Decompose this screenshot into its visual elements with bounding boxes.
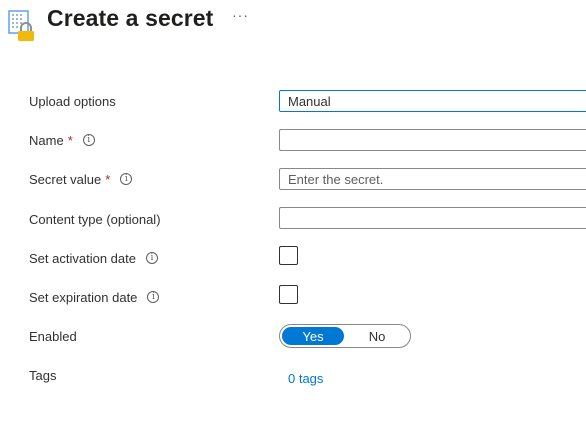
more-options-button[interactable]: ··· xyxy=(232,7,249,23)
tags-link[interactable]: 0 tags xyxy=(288,371,323,386)
secret-value-placeholder: Enter the secret. xyxy=(288,171,384,187)
upload-options-select[interactable]: Manual xyxy=(279,90,586,112)
enabled-toggle[interactable]: Yes No xyxy=(279,324,411,348)
content-type-label-text: Content type (optional) xyxy=(29,211,161,227)
expiration-date-checkbox[interactable] xyxy=(279,285,298,304)
secret-value-label-text: Secret value xyxy=(29,171,102,187)
enabled-no-option[interactable]: No xyxy=(346,327,408,345)
activation-date-checkbox[interactable] xyxy=(279,246,298,265)
content-type-label: Content type (optional) xyxy=(29,209,161,229)
secret-value-label: Secret value * i xyxy=(29,169,133,189)
upload-options-value: Manual xyxy=(288,93,331,109)
required-marker: * xyxy=(105,171,111,187)
enabled-label-text: Enabled xyxy=(29,328,77,344)
key-vault-icon xyxy=(8,10,34,41)
expiration-date-label: Set expiration date i xyxy=(29,287,160,307)
info-icon[interactable]: i xyxy=(147,291,160,303)
tags-label: Tags xyxy=(29,365,56,385)
enabled-yes-option[interactable]: Yes xyxy=(282,327,344,345)
secret-value-field[interactable]: Enter the secret. xyxy=(279,168,586,190)
page-header: Create a secret ··· xyxy=(0,0,586,50)
activation-date-label-text: Set activation date xyxy=(29,250,136,266)
upload-options-label: Upload options xyxy=(29,91,116,111)
upload-options-label-text: Upload options xyxy=(29,93,116,109)
info-icon[interactable]: i xyxy=(120,173,133,185)
activation-date-label: Set activation date i xyxy=(29,248,158,268)
name-field[interactable] xyxy=(279,129,586,151)
enabled-label: Enabled xyxy=(29,326,77,346)
info-icon[interactable]: i xyxy=(145,252,158,264)
expiration-date-label-text: Set expiration date xyxy=(29,289,138,305)
required-marker: * xyxy=(67,132,73,148)
name-label-text: Name xyxy=(29,132,64,148)
name-label: Name * i xyxy=(29,130,95,150)
tags-label-text: Tags xyxy=(29,367,57,383)
page-title: Create a secret xyxy=(47,5,214,31)
content-type-field[interactable] xyxy=(279,207,586,229)
info-icon[interactable]: i xyxy=(82,134,95,146)
